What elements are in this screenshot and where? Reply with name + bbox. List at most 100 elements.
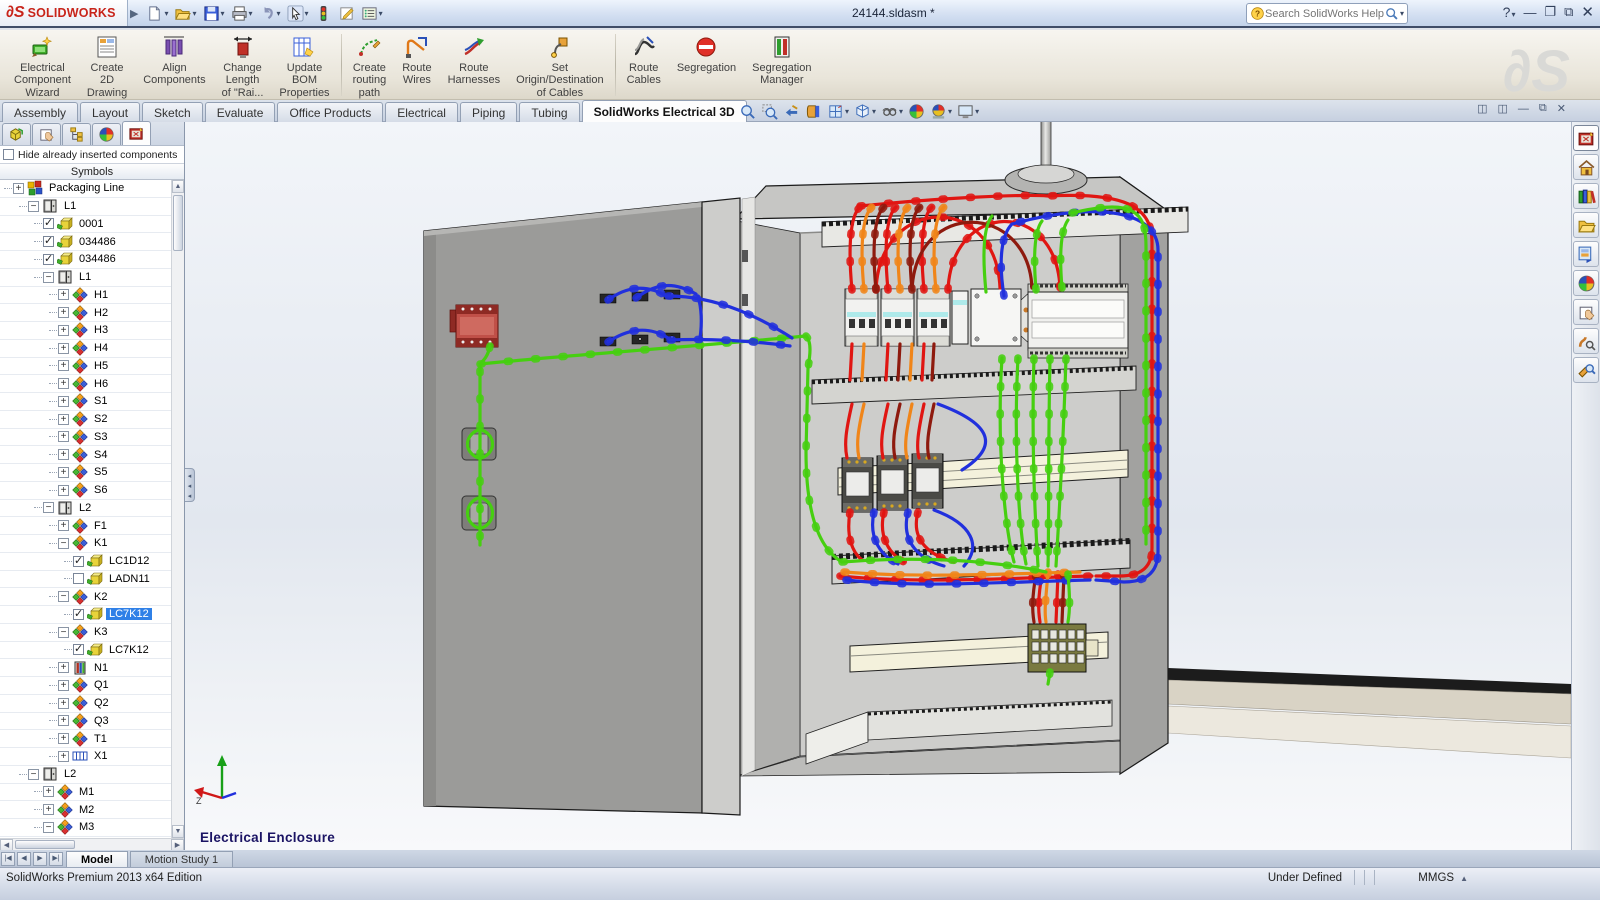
minimize-button[interactable]: —: [1523, 5, 1536, 20]
tree-item-k2[interactable]: −K2: [0, 588, 171, 606]
tab-evaluate[interactable]: Evaluate: [205, 102, 276, 122]
ribbon-button-segregation-manager[interactable]: SegregationManager: [744, 30, 819, 100]
tree-item-h3[interactable]: +H3: [0, 322, 171, 340]
dropdown-icon[interactable]: ▾: [379, 9, 383, 18]
expand-icon[interactable]: +: [58, 378, 69, 389]
scroll-down-icon[interactable]: ▼: [172, 825, 184, 838]
tree-checkbox[interactable]: [73, 556, 84, 567]
tree-item-l2[interactable]: −L2: [0, 766, 171, 784]
tree-item-s2[interactable]: +S2: [0, 411, 171, 429]
graphics-area[interactable]: .w{fill:none;stroke-width:3.2;stroke-lin…: [185, 122, 1571, 850]
tab-office-products[interactable]: Office Products: [277, 102, 383, 122]
tree-item-packaging-line[interactable]: +Packaging Line: [0, 180, 171, 198]
tab-solidworks-electrical-3d[interactable]: SolidWorks Electrical 3D: [582, 100, 747, 122]
orient-view-button[interactable]: ▾: [826, 102, 850, 121]
tree-item-l2[interactable]: −L2: [0, 500, 171, 518]
collapse-icon[interactable]: −: [58, 591, 69, 602]
dropdown-icon[interactable]: ▾: [899, 107, 903, 116]
tree-item-m3[interactable]: −M3: [0, 819, 171, 837]
tree-item-f1[interactable]: +F1: [0, 517, 171, 535]
ribbon-button-create-2d-drawing[interactable]: Create2DDrawing: [79, 30, 135, 100]
tree-item-k1[interactable]: −K1: [0, 535, 171, 553]
close-button[interactable]: ✕: [1581, 3, 1594, 21]
tree-item-q3[interactable]: +Q3: [0, 713, 171, 731]
panel-splitter-handle[interactable]: ◂◂◂: [185, 468, 195, 502]
tab-assembly[interactable]: Assembly: [2, 102, 78, 122]
panel-tab-fmtree[interactable]: [2, 123, 31, 145]
appearance-view-button[interactable]: [907, 102, 926, 121]
dropdown-icon[interactable]: ▾: [249, 9, 253, 18]
tree-item-l1[interactable]: −L1: [0, 269, 171, 287]
viewsettings-view-button[interactable]: ▾: [956, 102, 980, 121]
plc-unit[interactable]: [1028, 284, 1128, 358]
expand-icon[interactable]: +: [58, 662, 69, 673]
ribbon-button-update-bom-properties[interactable]: UpdateBOMProperties: [271, 30, 337, 100]
scroll-thumb[interactable]: [173, 195, 183, 251]
expand-icon[interactable]: +: [58, 343, 69, 354]
view-palette[interactable]: [1573, 241, 1599, 267]
prev-sheet-icon[interactable]: ◀: [17, 852, 31, 866]
collapse-icon[interactable]: −: [43, 272, 54, 283]
expand-icon[interactable]: +: [58, 715, 69, 726]
tree-item-m2[interactable]: +M2: [0, 801, 171, 819]
expand-icon[interactable]: +: [58, 751, 69, 762]
tree-checkbox[interactable]: [43, 218, 54, 229]
tree-vertical-scrollbar[interactable]: ▲ ▼: [171, 180, 184, 838]
last-sheet-icon[interactable]: ▶|: [49, 852, 63, 866]
panel-tab-propmgr[interactable]: [32, 123, 61, 145]
undo-button[interactable]: ▾: [257, 2, 283, 24]
toolbar-expand-chevron[interactable]: ▶: [130, 7, 138, 20]
tree-item-lc7k12[interactable]: LC7K12: [0, 606, 171, 624]
tab-piping[interactable]: Piping: [460, 102, 517, 122]
tab-layout[interactable]: Layout: [80, 102, 140, 122]
resources-home[interactable]: [1573, 154, 1599, 180]
expand-icon[interactable]: +: [58, 698, 69, 709]
expand-icon[interactable]: +: [58, 431, 69, 442]
tree-checkbox[interactable]: [73, 644, 84, 655]
expand-icon[interactable]: +: [43, 786, 54, 797]
traffic-light-button[interactable]: [313, 2, 334, 24]
dropdown-icon[interactable]: ▾: [845, 107, 849, 116]
tree-item-m1[interactable]: +M1: [0, 784, 171, 802]
tree-checkbox[interactable]: [73, 573, 84, 584]
save-button[interactable]: ▾: [201, 2, 227, 24]
tree-item-s5[interactable]: +S5: [0, 464, 171, 482]
expand-icon[interactable]: +: [58, 733, 69, 744]
tree-checkbox[interactable]: [43, 254, 54, 265]
search-dropdown-icon[interactable]: ▾: [1400, 9, 1404, 18]
3d-scene[interactable]: .w{fill:none;stroke-width:3.2;stroke-lin…: [185, 122, 1571, 850]
dropdown-icon[interactable]: ▾: [277, 9, 281, 18]
hide-inserted-checkbox[interactable]: [3, 149, 14, 160]
ribbon-button-create-routing-path[interactable]: Createroutingpath: [345, 30, 395, 100]
tree-horizontal-scrollbar[interactable]: ◀ ▶: [0, 838, 184, 850]
collapse-icon[interactable]: −: [43, 822, 54, 833]
file-properties-button[interactable]: [336, 2, 357, 24]
dropdown-icon[interactable]: ▾: [305, 9, 309, 18]
design-library[interactable]: [1573, 183, 1599, 209]
circuit-breakers[interactable]: [845, 289, 968, 346]
collapse-icon[interactable]: −: [43, 502, 54, 513]
expand-icon[interactable]: +: [13, 183, 24, 194]
ribbon-button-route-cables[interactable]: RouteCables: [619, 30, 669, 100]
tree-item-034486[interactable]: 034486: [0, 233, 171, 251]
expand-icon[interactable]: +: [43, 804, 54, 815]
dropdown-icon[interactable]: ▾: [948, 107, 952, 116]
tree-item-t1[interactable]: +T1: [0, 730, 171, 748]
pane-split-right-icon[interactable]: ◫: [1498, 102, 1508, 115]
viewport-close-icon[interactable]: ✕: [1557, 102, 1566, 115]
next-sheet-icon[interactable]: ▶: [33, 852, 47, 866]
ribbon-button-route-harnesses[interactable]: RouteHarnesses: [440, 30, 509, 100]
expand-icon[interactable]: +: [58, 289, 69, 300]
tree-item-q2[interactable]: +Q2: [0, 695, 171, 713]
tree-item-lc1d12[interactable]: LC1D12: [0, 553, 171, 571]
door-relay-red[interactable]: [450, 305, 498, 347]
expand-icon[interactable]: +: [58, 467, 69, 478]
tree-item-s6[interactable]: +S6: [0, 482, 171, 500]
electrical-enclosure-body[interactable]: [735, 122, 1188, 776]
custom-properties[interactable]: [1573, 299, 1599, 325]
print-button[interactable]: ▾: [229, 2, 255, 24]
panel-tab-dispmgr[interactable]: [92, 123, 121, 145]
electrical-3d-tab[interactable]: [1573, 125, 1599, 151]
viewport-cascade-icon[interactable]: ⧉: [1539, 102, 1547, 115]
expand-icon[interactable]: +: [58, 325, 69, 336]
